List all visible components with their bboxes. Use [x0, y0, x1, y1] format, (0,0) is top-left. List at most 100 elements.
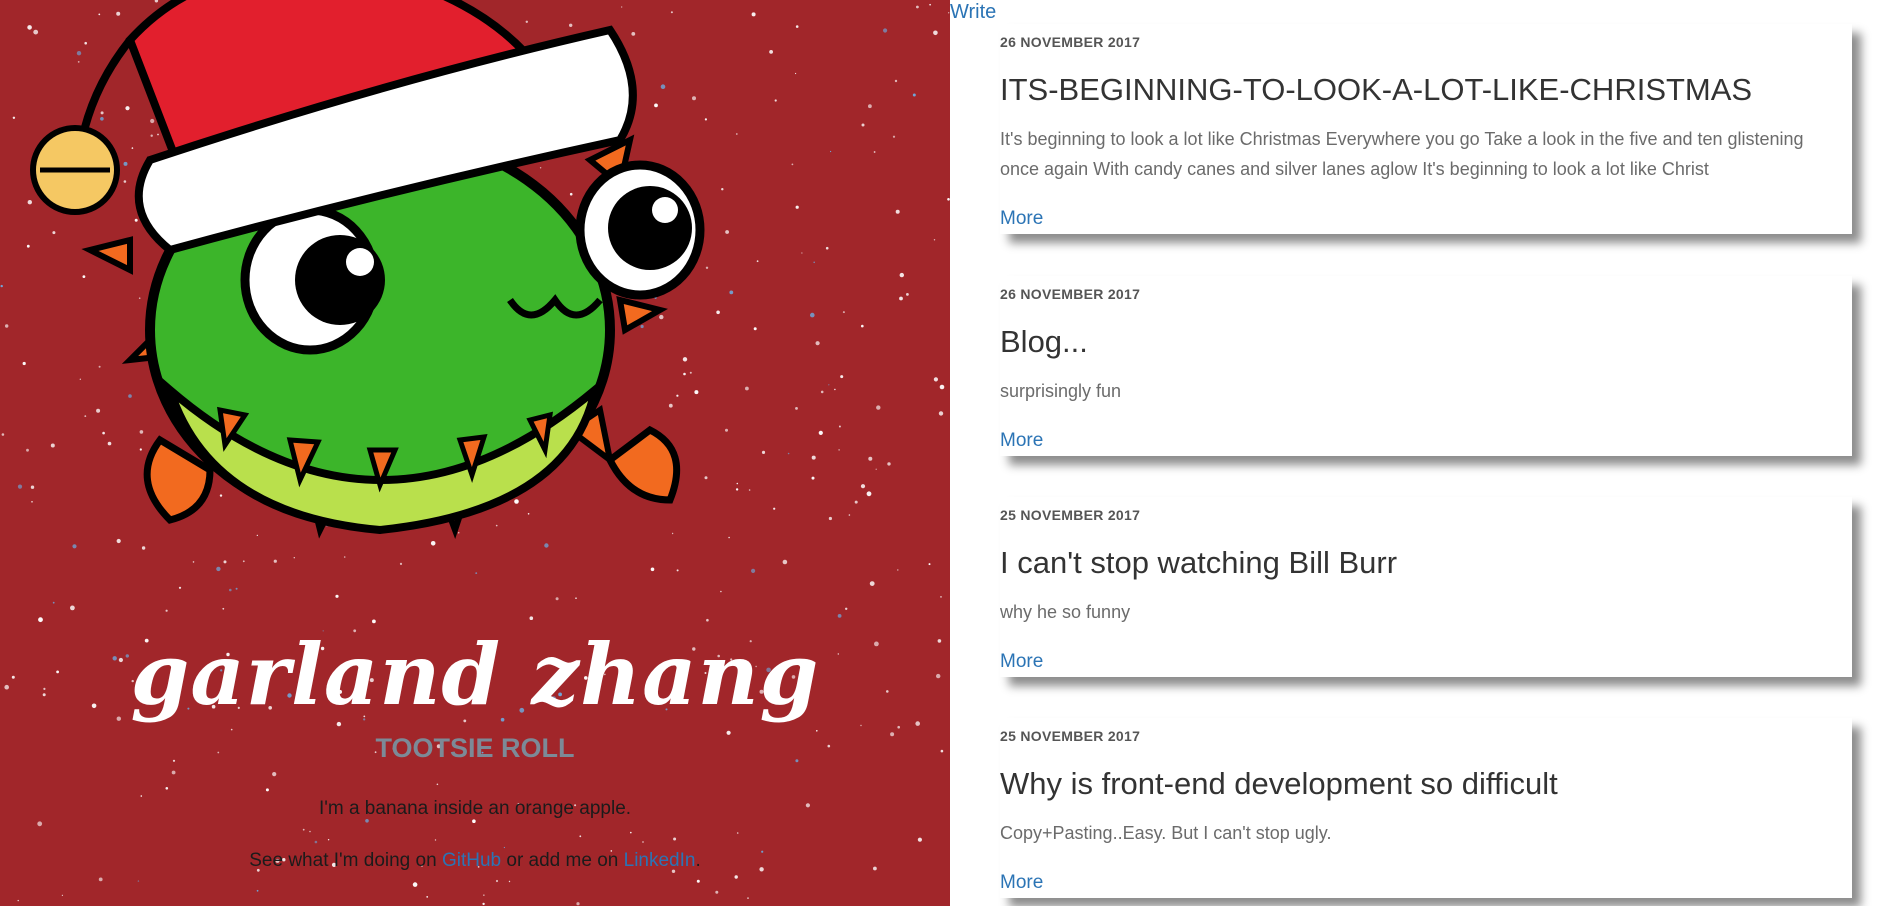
snowflake: [868, 456, 873, 461]
post-title[interactable]: Blog...: [1000, 324, 1088, 360]
snowflake: [735, 488, 739, 491]
post-card: 26 NOVEMBER 2017 Blog... surprisingly fu…: [1000, 276, 1852, 456]
snowflake: [795, 72, 797, 75]
snowflake: [933, 30, 938, 36]
post-title[interactable]: I can't stop watching Bill Burr: [1000, 545, 1397, 581]
snowflake: [876, 405, 881, 410]
snowflake: [37, 821, 43, 827]
post-more-link[interactable]: More: [1000, 651, 1043, 673]
snowflake: [895, 209, 900, 214]
snowflake: [845, 607, 848, 610]
snowflake: [747, 897, 749, 899]
snowflake: [892, 135, 896, 138]
post-excerpt: It's beginning to look a lot like Christ…: [1000, 129, 1804, 179]
post-card: 25 NOVEMBER 2017 I can't stop watching B…: [1000, 497, 1852, 677]
snowflake: [751, 568, 756, 574]
snowflake: [795, 25, 799, 28]
snowflake: [869, 581, 875, 586]
snowflake: [828, 384, 830, 386]
snowflake: [579, 835, 582, 838]
snowflake: [137, 880, 140, 882]
profile-bio: I'm a banana inside an orange apple.: [318, 798, 632, 819]
snowflake: [873, 151, 876, 153]
snowflake: [314, 840, 318, 844]
profile-name: garland zhang: [130, 625, 820, 724]
snowflake: [838, 449, 840, 451]
snowflake: [748, 489, 751, 491]
snowflake: [899, 296, 903, 301]
snowflake: [751, 12, 756, 17]
snowflake: [894, 79, 898, 83]
snowflake: [434, 839, 437, 841]
snowflake: [426, 896, 429, 898]
snowflake: [17, 899, 19, 902]
snowflake: [861, 324, 864, 328]
snowflake: [938, 411, 944, 416]
profile-hero: garland zhang TOOTSIE ROLL I'm a banana …: [0, 0, 950, 906]
snowflake: [887, 462, 891, 466]
snowflake: [98, 877, 103, 882]
post-excerpt: surprisingly fun: [1000, 381, 1122, 401]
profile-links: See what I'm doing on GitHub or add me o…: [0, 850, 950, 872]
snowflake: [854, 500, 858, 504]
snowflake: [897, 569, 899, 571]
post-date: 25 NOVEMBER 2017: [1000, 728, 1141, 744]
snowflake: [842, 311, 845, 314]
snowflake: [576, 902, 580, 906]
snowflake: [860, 484, 866, 489]
snowflake: [825, 246, 829, 250]
snowflake: [736, 482, 739, 485]
post-more-link[interactable]: More: [1000, 430, 1043, 452]
post-title[interactable]: ITS-BEGINNING-TO-LOOK-A-LOT-LIKE-CHRISTM…: [1000, 72, 1752, 108]
post-more-link[interactable]: More: [1000, 872, 1043, 894]
snowflake: [848, 514, 851, 516]
snowflake: [0, 284, 3, 288]
snowflake: [838, 425, 841, 428]
snowflake: [816, 730, 818, 732]
links-prefix: See what I'm doing on: [249, 850, 442, 871]
snowflake: [272, 772, 277, 777]
snowflake: [436, 783, 439, 786]
snowflake: [929, 3, 931, 6]
snowflake: [828, 516, 833, 521]
snowflake: [795, 407, 798, 410]
github-link[interactable]: GitHub: [442, 850, 501, 871]
snowflake: [412, 882, 418, 887]
snowflake: [61, 894, 64, 896]
snowflake: [791, 163, 794, 166]
snowflake: [773, 507, 776, 510]
snowflake: [171, 770, 176, 775]
post-excerpt: why he so funny: [1000, 602, 1131, 622]
post-date: 25 NOVEMBER 2017: [1000, 507, 1141, 523]
snowflake: [495, 879, 499, 883]
linkedin-link[interactable]: LinkedIn: [624, 850, 696, 871]
post-more-link[interactable]: More: [1000, 208, 1043, 230]
links-suffix: .: [695, 850, 701, 871]
snowflake: [795, 205, 799, 209]
snowflake: [642, 841, 644, 843]
snowflake: [811, 476, 815, 480]
snowflake: [140, 795, 143, 797]
santa-hat-mascot-illustration: [30, 0, 705, 539]
snowflake: [256, 889, 259, 892]
snowflake: [630, 831, 632, 834]
snowflake: [917, 837, 923, 842]
snowflake: [483, 894, 485, 896]
snowflake: [736, 832, 739, 834]
snowflake: [503, 846, 505, 849]
snowflake: [813, 261, 815, 264]
snowflake: [753, 327, 757, 331]
snowflake: [761, 450, 766, 454]
snowflake: [811, 455, 816, 460]
snowflake: [787, 452, 790, 455]
snowflake: [265, 788, 269, 792]
snowflake: [769, 50, 773, 54]
snowflake: [5, 324, 9, 328]
snowflake: [928, 563, 931, 566]
post-title[interactable]: Why is front-end development so difficul…: [1000, 766, 1558, 802]
snowflake: [883, 28, 888, 33]
snowflake: [899, 272, 904, 278]
write-link[interactable]: Write: [950, 1, 996, 24]
snowflake: [302, 828, 305, 831]
snowflake: [508, 880, 511, 883]
